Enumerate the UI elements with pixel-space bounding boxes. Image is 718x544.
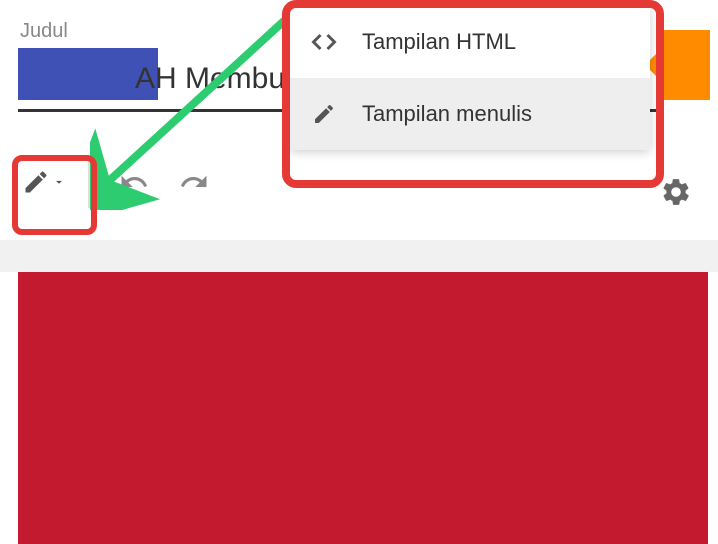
gear-icon <box>660 176 692 213</box>
redo-icon <box>179 167 209 202</box>
title-field-label: Judul <box>20 20 68 43</box>
dropdown-item-label: Tampilan HTML <box>362 29 516 55</box>
publish-button-partial[interactable] <box>660 30 710 100</box>
toolbar-divider <box>88 160 90 208</box>
view-mode-dropdown: Tampilan HTML Tampilan menulis <box>290 6 650 150</box>
view-mode-button[interactable] <box>20 160 68 208</box>
dropdown-item-html-view[interactable]: Tampilan HTML <box>290 6 650 78</box>
dropdown-item-label: Tampilan menulis <box>362 101 532 127</box>
pencil-icon <box>310 100 338 128</box>
settings-button[interactable] <box>652 170 700 218</box>
chevron-down-icon <box>52 175 66 194</box>
title-text[interactable]: AH Membuat <box>135 62 310 96</box>
pencil-icon <box>22 168 50 201</box>
undo-icon <box>119 167 149 202</box>
redo-button[interactable] <box>170 160 218 208</box>
post-content-area[interactable] <box>18 272 708 544</box>
editor-toolbar <box>20 160 218 208</box>
dropdown-item-compose-view[interactable]: Tampilan menulis <box>290 78 650 150</box>
content-separator <box>0 240 718 272</box>
undo-button[interactable] <box>110 160 158 208</box>
code-icon <box>310 28 338 56</box>
